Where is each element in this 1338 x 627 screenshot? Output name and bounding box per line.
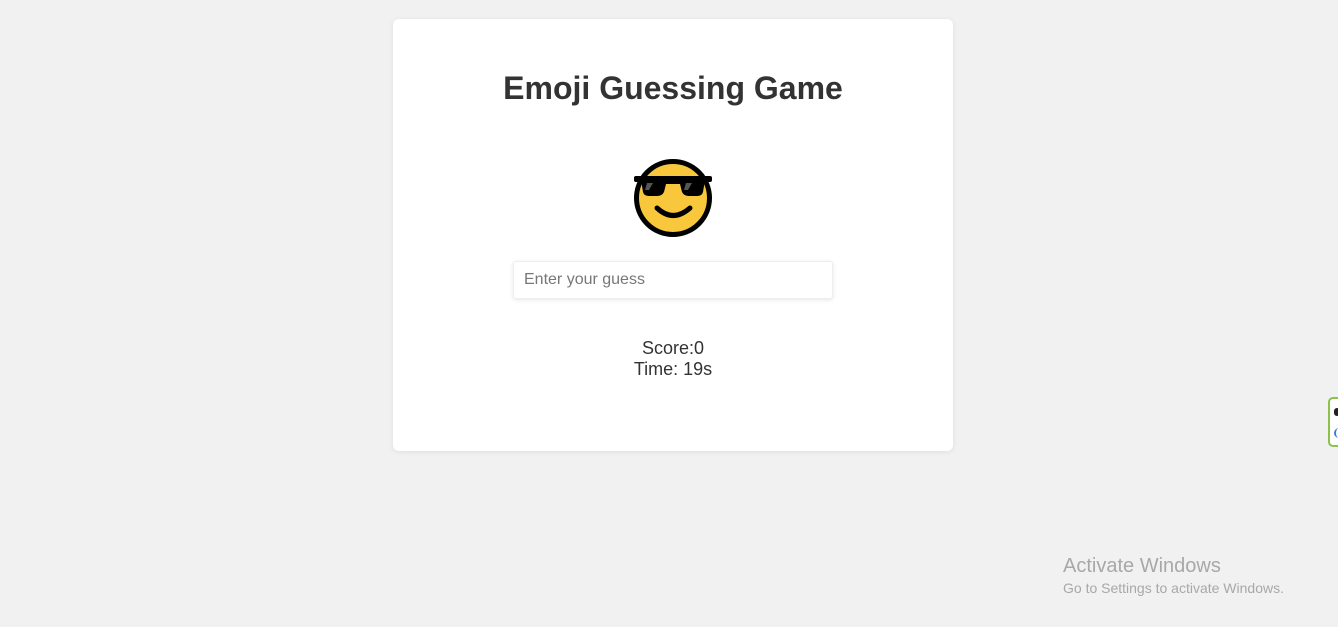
game-title: Emoji Guessing Game [503, 70, 843, 106]
activate-windows-watermark: Activate Windows Go to Settings to activ… [1063, 554, 1284, 598]
side-extension-widget[interactable] [1328, 397, 1338, 447]
watermark-subtitle: Go to Settings to activate Windows. [1063, 580, 1284, 596]
widget-glyph-top [1334, 408, 1338, 416]
emoji-graphic [634, 159, 712, 237]
widget-glyph-bottom [1334, 428, 1338, 438]
guess-input[interactable] [513, 261, 833, 299]
time-text: Time: 19s [633, 359, 713, 379]
page: Emoji Guessing Game Score:0 Time: [0, 0, 1338, 627]
smiling-face-with-sunglasses-icon [633, 158, 713, 238]
stats-panel: Score:0 Time: 19s [393, 338, 953, 380]
watermark-title: Activate Windows [1063, 555, 1221, 577]
game-card: Emoji Guessing Game Score:0 Time: [393, 19, 953, 451]
score-text: Score:0 [641, 338, 705, 358]
